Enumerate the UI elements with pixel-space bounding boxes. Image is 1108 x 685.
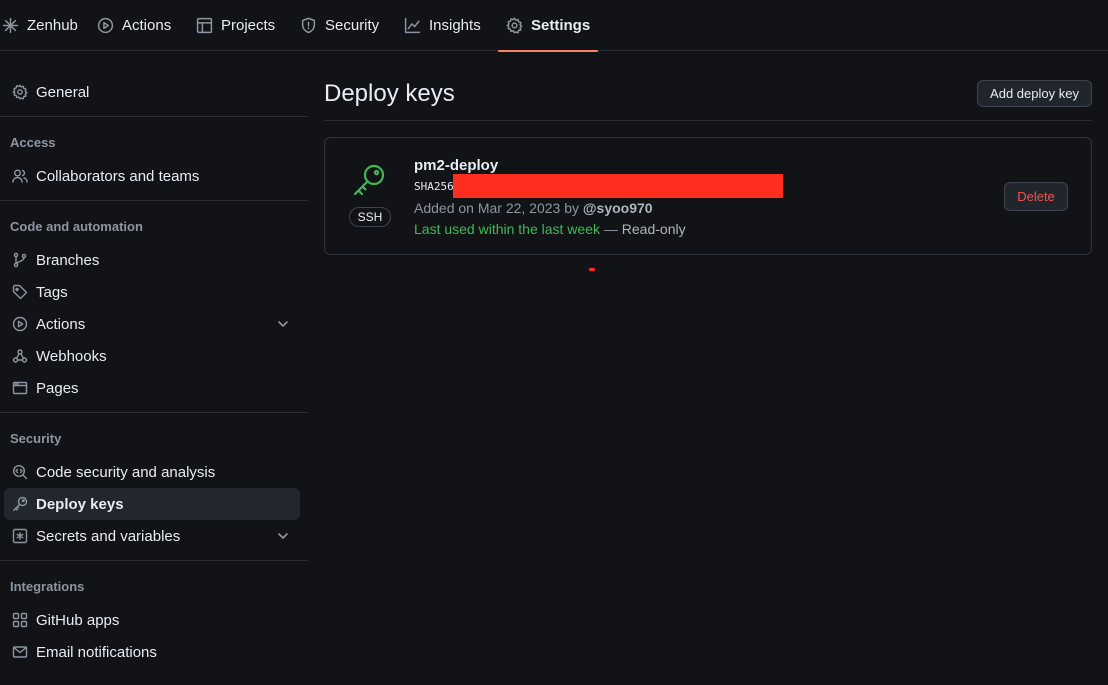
shield-icon <box>301 17 316 34</box>
sidebar-item-label: Webhooks <box>36 347 107 365</box>
sidebar-item-pages[interactable]: Pages <box>4 372 300 404</box>
sidebar-item-github-apps[interactable]: GitHub apps <box>4 604 300 636</box>
sidebar-divider <box>0 116 308 117</box>
ssh-badge: SSH <box>349 207 391 227</box>
tab-label: Security <box>325 17 380 34</box>
sidebar-item-label: Email notifications <box>36 643 157 661</box>
sidebar-section-code: Code and automation <box>10 219 143 234</box>
sidebar-item-label: Code security and analysis <box>36 463 216 481</box>
key-icon <box>353 164 385 196</box>
apps-icon <box>12 612 28 628</box>
sidebar-item-collaborators[interactable]: Collaborators and teams <box>4 160 300 192</box>
tab-label: Projects <box>221 17 276 34</box>
tab-label: Insights <box>429 17 481 34</box>
sidebar-item-label: GitHub apps <box>36 611 120 629</box>
zenhub-icon <box>2 17 19 34</box>
key-usage-info: Last used within the last week — Read-on… <box>414 221 686 237</box>
sidebar-divider <box>0 200 308 201</box>
last-used-text: Last used within the last week <box>414 221 600 237</box>
key-name: pm2-deploy <box>414 157 499 174</box>
sidebar-item-label: Tags <box>36 283 68 301</box>
separator: — <box>600 221 622 237</box>
sidebar-item-webhooks[interactable]: Webhooks <box>4 340 300 372</box>
sidebar-item-secrets[interactable]: Secrets and variables <box>4 520 300 552</box>
branch-icon <box>13 252 27 268</box>
people-icon <box>12 169 28 183</box>
sidebar-item-label: Deploy keys <box>36 495 124 513</box>
tab-actions[interactable]: Actions <box>97 0 171 51</box>
add-deploy-key-button[interactable]: Add deploy key <box>977 80 1092 107</box>
sidebar-item-tags[interactable]: Tags <box>4 276 300 308</box>
page-title: Deploy keys <box>324 80 455 107</box>
tab-security[interactable]: Security <box>300 0 379 51</box>
sidebar-item-deploy-keys[interactable]: Deploy keys <box>4 488 300 520</box>
added-date: Added on Mar 22, 2023 by <box>414 200 580 216</box>
play-circle-icon <box>97 17 114 34</box>
deploy-key-card: SSH pm2-deploy SHA256 Added on Mar 22, 2… <box>324 137 1092 255</box>
sidebar-item-label: Pages <box>36 379 79 397</box>
codescan-icon <box>12 464 28 480</box>
secret-icon <box>12 528 28 544</box>
tab-insights[interactable]: Insights <box>404 0 481 51</box>
chevron-down-icon[interactable] <box>276 317 290 331</box>
title-divider <box>324 120 1092 121</box>
sidebar-item-code-security[interactable]: Code security and analysis <box>4 456 300 488</box>
access-level: Read-only <box>621 221 686 237</box>
gear-icon <box>506 17 523 34</box>
tag-icon <box>12 284 28 300</box>
browser-icon <box>12 381 28 395</box>
sidebar-item-email-notifications[interactable]: Email notifications <box>4 636 300 668</box>
sidebar-item-label: Actions <box>36 315 86 333</box>
sidebar-item-actions[interactable]: Actions <box>4 308 300 340</box>
added-by-user[interactable]: @syoo970 <box>583 200 653 216</box>
repo-nav: Zenhub Actions Projects Security Insight… <box>0 0 1108 52</box>
redaction-mark <box>589 268 595 271</box>
sidebar-item-label: Secrets and variables <box>36 527 181 545</box>
sidebar-item-branches[interactable]: Branches <box>4 244 300 276</box>
webhook-icon <box>12 349 28 363</box>
sidebar-section-integrations: Integrations <box>10 579 85 594</box>
delete-button[interactable]: Delete <box>1004 182 1068 211</box>
play-circle-icon <box>12 316 28 332</box>
chevron-down-icon[interactable] <box>276 529 290 543</box>
tab-settings[interactable]: Settings <box>497 0 599 52</box>
sidebar-section-security: Security <box>10 431 62 446</box>
tab-projects[interactable]: Projects <box>196 0 275 51</box>
tab-label: Actions <box>122 17 172 34</box>
sidebar-item-label: Collaborators and teams <box>36 167 200 185</box>
key-added-info: Added on Mar 22, 2023 by @syoo970 <box>414 200 653 216</box>
sidebar-section-access: Access <box>10 135 56 150</box>
graph-icon <box>404 17 421 34</box>
gear-icon <box>12 84 28 100</box>
tab-zenhub[interactable]: Zenhub <box>2 0 78 51</box>
key-fingerprint: SHA256 <box>414 180 454 193</box>
tab-label: Zenhub <box>27 17 78 34</box>
sidebar-item-label: General <box>36 83 90 101</box>
sidebar-divider <box>0 412 308 413</box>
key-icon <box>13 496 28 511</box>
sidebar-item-general[interactable]: General <box>4 76 300 108</box>
mail-icon <box>12 646 28 658</box>
sidebar-item-label: Branches <box>36 251 100 269</box>
tab-label: Settings <box>531 17 591 34</box>
table-icon <box>196 17 213 34</box>
sidebar-divider <box>0 560 308 561</box>
redaction-box <box>453 174 783 198</box>
